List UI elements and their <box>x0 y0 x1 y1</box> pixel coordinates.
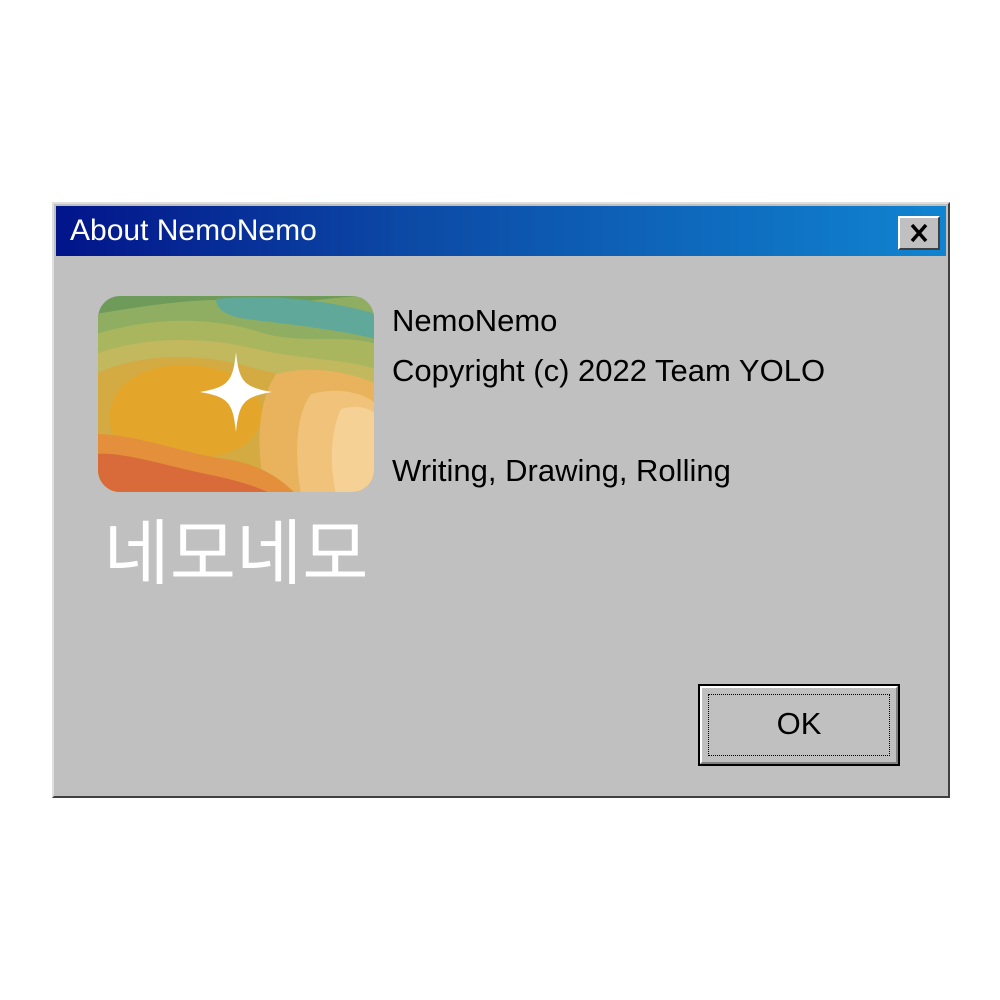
tagline-text: Writing, Drawing, Rolling <box>392 453 731 488</box>
logo-wordmark: 네모네모 <box>104 512 369 584</box>
ok-button-label: OK <box>776 706 822 741</box>
app-name: NemoNemo <box>392 303 558 338</box>
close-button[interactable] <box>898 216 940 250</box>
ok-button[interactable]: OK <box>698 684 900 766</box>
logo-image: 네모네모 <box>98 296 374 596</box>
title-bar[interactable]: About NemoNemo <box>56 206 946 256</box>
window-title: About NemoNemo <box>70 214 317 247</box>
copyright-text: Copyright (c) 2022 Team YOLO <box>392 353 826 388</box>
app-logo: 네모네모 <box>96 294 376 596</box>
close-x-icon <box>910 223 928 243</box>
about-dialog: About NemoNemo 네모네모 NemoNemo Copyright (… <box>52 202 950 798</box>
about-text: NemoNemo Copyright (c) 2022 Team YOLO Wr… <box>392 296 825 496</box>
